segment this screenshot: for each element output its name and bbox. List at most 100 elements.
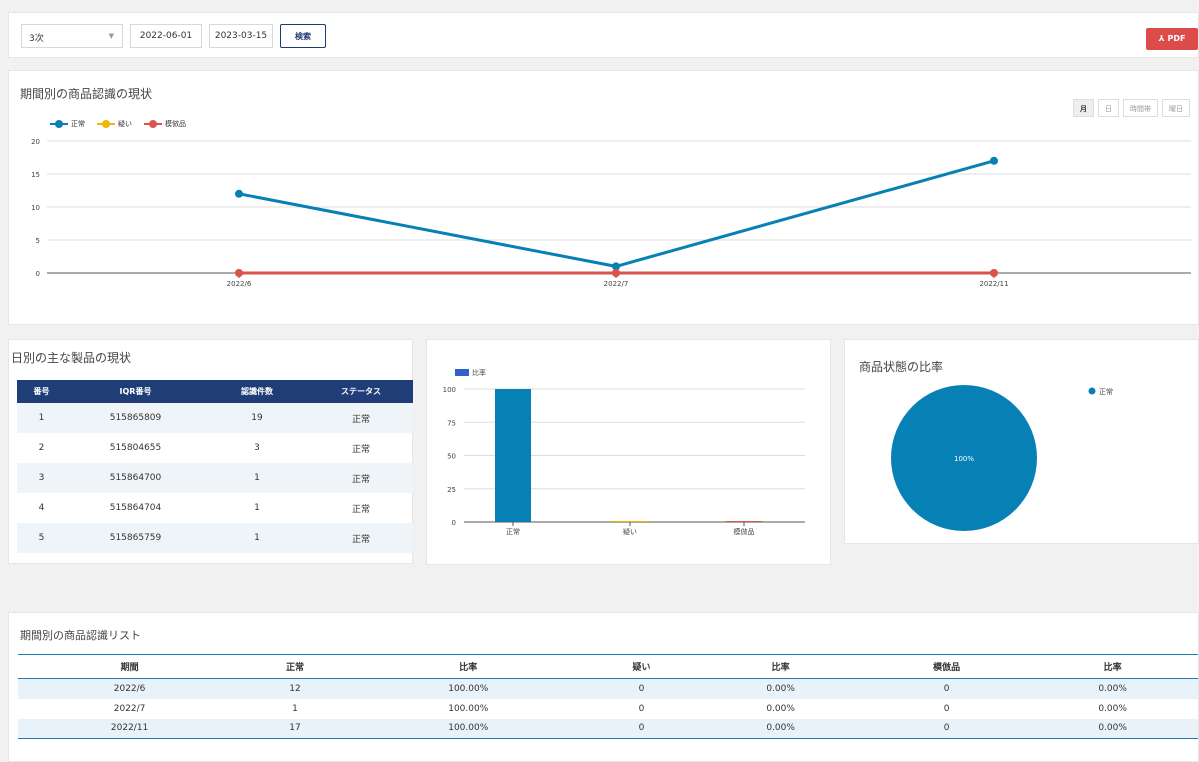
column-header: 模倣品	[865, 654, 1028, 679]
products-title: 日別の主な製品の現状	[11, 351, 132, 365]
table-cell: 2022/11	[18, 718, 242, 739]
data-point[interactable]	[990, 269, 998, 277]
pdf-button[interactable]: ⅄ PDF	[1146, 28, 1198, 50]
table-cell: 1	[254, 503, 260, 513]
table-cell: 0	[587, 718, 696, 739]
data-point[interactable]	[612, 269, 620, 277]
table-cell: 0.00%	[766, 703, 795, 714]
table-cell: 0.00%	[1027, 678, 1198, 699]
x-tick-label: 正常	[506, 527, 520, 536]
y-tick-label: 0	[452, 519, 456, 527]
products-header-row: 番号 IQR番号 認識件数 ステータス	[17, 380, 413, 403]
products-table: 番号 IQR番号 認識件数 ステータス 1 515865809 19 正常 2 51580465…	[17, 380, 413, 553]
table-cell: 515864704	[109, 503, 162, 513]
bar-panel: 比率 0 25 50 75 100 正常 疑い 模倣品	[426, 339, 831, 565]
end-date-input[interactable]: 2023-03-15	[209, 24, 273, 48]
table-cell: 515804655	[109, 443, 162, 453]
table-cell: 12	[241, 678, 349, 699]
pdf-icon: ⅄	[1158, 34, 1165, 43]
legend-marker-icon	[455, 369, 469, 376]
table-cell: 3	[17, 463, 66, 493]
ratio-panel: 商品状態の比率 正常 100%	[844, 339, 1199, 544]
list-table: 期間 正常 比率 疑い 比率 模倣品 比率 2022/6 12 100.00% 0 0.00% 0 0.…	[18, 654, 1198, 739]
table-cell: 2022/6	[18, 678, 242, 699]
x-tick-label: 2022/7	[604, 280, 629, 288]
column-header: 比率	[1027, 654, 1198, 679]
bar[interactable]	[495, 389, 531, 522]
table-row[interactable]: 2022/6 12 100.00% 0 0.00% 0 0.00%	[18, 678, 1198, 699]
table-row[interactable]: 1 515865809 19 正常	[17, 403, 413, 433]
data-point[interactable]	[235, 189, 243, 198]
table-row[interactable]: 5 515865759 1 正常	[17, 523, 413, 553]
legend-label: 正常	[1099, 387, 1113, 396]
pie-chart: 正常 100%	[891, 385, 1113, 531]
bar[interactable]	[726, 521, 762, 522]
table-cell: 100.00%	[448, 703, 489, 714]
table-cell: 正常	[351, 504, 370, 515]
table-cell: 0	[587, 678, 696, 699]
table-row[interactable]: 4 515864704 1 正常	[17, 493, 413, 523]
table-cell: 正常	[309, 523, 413, 553]
list-header-row: 期間 正常 比率 疑い 比率 模倣品 比率	[18, 654, 1198, 679]
y-tick-label: 25	[447, 486, 456, 494]
line-chart: 0 5 10 15 20 2022/6 2022/7 2022/11	[31, 138, 1191, 288]
round-select[interactable]: 3次 ▼	[21, 24, 123, 48]
table-row[interactable]: 3 515864700 1 正常	[17, 463, 413, 493]
table-cell: 2	[38, 443, 45, 453]
table-cell: 正常	[351, 444, 370, 455]
data-point[interactable]	[235, 269, 243, 277]
table-cell: 正常	[309, 403, 413, 433]
chevron-down-icon: ▼	[108, 32, 114, 40]
y-tick-label: 10	[31, 204, 40, 212]
table-row[interactable]: 2022/11 17 100.00% 0 0.00% 0 0.00%	[18, 718, 1198, 739]
data-point[interactable]	[990, 156, 998, 165]
table-cell: 515864700	[66, 463, 205, 493]
legend-label: 比率	[472, 368, 486, 377]
series-line-0	[238, 159, 995, 268]
table-cell: 515865809	[66, 403, 205, 433]
table-cell: 4	[38, 503, 45, 513]
table-cell: 19	[205, 403, 309, 433]
x-tick-label: 2022/11	[979, 280, 1008, 288]
products-panel: 日別の主な製品の現状 番号 IQR番号 認識件数 ステータス 1 515865809 19…	[8, 339, 413, 564]
table-cell: 1	[205, 463, 309, 493]
table-cell: 2022/7	[113, 703, 146, 714]
x-tick-label: 模倣品	[734, 527, 755, 536]
table-cell: 5	[17, 523, 66, 553]
table-row[interactable]: 2 515804655 3 正常	[17, 433, 413, 463]
y-tick-label: 0	[36, 270, 40, 278]
column-header: 番号	[17, 380, 66, 403]
y-tick-label: 15	[31, 171, 40, 179]
table-cell: 3	[254, 443, 260, 453]
table-cell: 正常	[309, 463, 413, 493]
table-cell: 0.00%	[1098, 703, 1127, 714]
table-cell: 17	[241, 718, 349, 739]
y-tick-label: 75	[447, 419, 456, 427]
column-header: 認識件数	[205, 380, 309, 403]
search-button[interactable]: 検索	[280, 24, 326, 48]
start-date-input[interactable]: 2022-06-01	[130, 24, 202, 48]
y-tick-label: 50	[447, 453, 456, 461]
table-cell: 0	[638, 703, 645, 714]
y-tick-label: 20	[31, 138, 40, 146]
x-tick-label: 2022/6	[227, 280, 252, 288]
list-panel: 期間別の商品認識リスト 期間 正常 比率 疑い 比率 模倣品 比率 2022/6 12 100.…	[8, 612, 1199, 762]
slice-label: 100%	[954, 455, 974, 463]
bar[interactable]	[612, 521, 648, 522]
column-header: 期間	[18, 654, 242, 679]
table-cell: 0	[865, 678, 1028, 699]
table-row[interactable]: 2022/7 1 100.00% 0 0.00% 0 0.00%	[18, 699, 1198, 719]
x-tick-label: 疑い	[623, 527, 637, 536]
column-header: 正常	[241, 654, 349, 679]
table-cell: 515865759	[66, 523, 205, 553]
table-cell: 100.00%	[348, 718, 588, 739]
column-header: ステータス	[309, 380, 413, 403]
legend-marker-icon	[1088, 387, 1096, 395]
column-header: 比率	[695, 654, 866, 679]
y-tick-label: 100	[443, 386, 456, 394]
round-select-value: 3次	[29, 34, 44, 44]
column-header: IQR番号	[66, 380, 205, 403]
filter-toolbar: 3次 ▼ 2022-06-01 2023-03-15 検索 ⅄ PDF	[8, 12, 1199, 58]
table-cell: 0	[943, 703, 950, 714]
column-header: 比率	[348, 654, 588, 679]
